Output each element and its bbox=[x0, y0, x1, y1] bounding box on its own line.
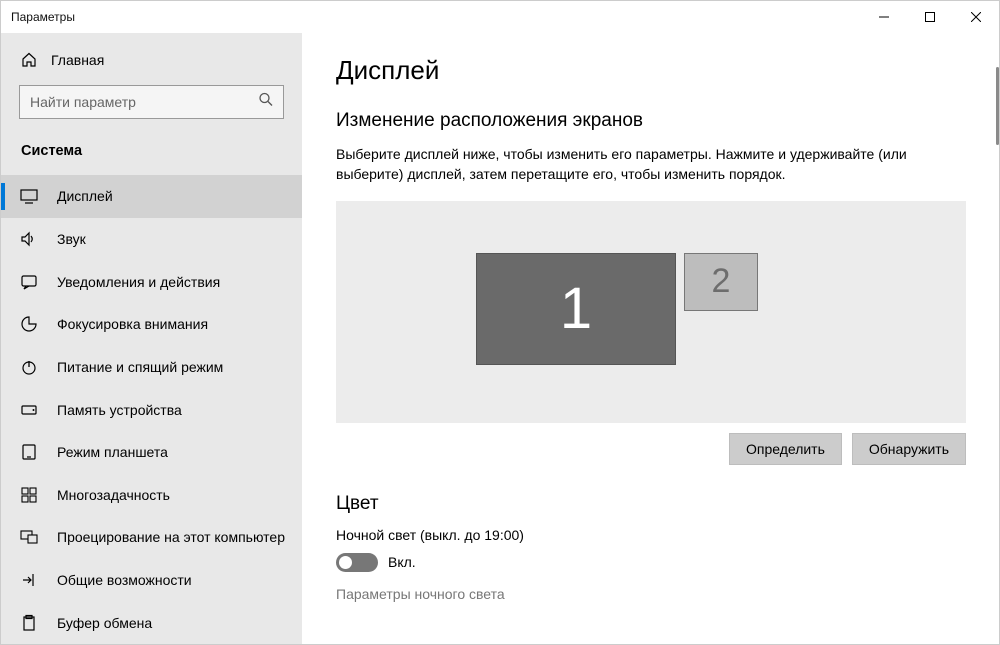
window-titlebar: Параметры bbox=[1, 1, 999, 33]
home-label: Главная bbox=[51, 52, 104, 68]
display-icon bbox=[19, 186, 39, 206]
search-box[interactable] bbox=[19, 85, 284, 119]
detect-button[interactable]: Обнаружить bbox=[852, 433, 966, 465]
sidebar-item-label: Многозадачность bbox=[57, 487, 170, 503]
sidebar-item-label: Звук bbox=[57, 231, 86, 247]
identify-button[interactable]: Определить bbox=[729, 433, 842, 465]
sidebar-item-display[interactable]: Дисплей bbox=[1, 175, 302, 218]
category-label: Система bbox=[1, 127, 302, 175]
minimize-button[interactable] bbox=[861, 1, 907, 33]
section-title-rearrange: Изменение расположения экранов bbox=[336, 110, 965, 132]
sidebar-item-label: Режим планшета bbox=[57, 444, 168, 460]
notifications-icon bbox=[19, 272, 39, 292]
sidebar-item-power[interactable]: Питание и спящий режим bbox=[1, 346, 302, 389]
sidebar-item-clipboard[interactable]: Буфер обмена bbox=[1, 601, 302, 644]
sidebar-item-label: Буфер обмена bbox=[57, 615, 152, 631]
content-scrollbar[interactable] bbox=[995, 33, 999, 644]
search-input[interactable] bbox=[19, 85, 284, 119]
scrollbar-thumb[interactable] bbox=[996, 67, 999, 145]
close-button[interactable] bbox=[953, 1, 999, 33]
sidebar-item-projecting[interactable]: Проецирование на этот компьютер bbox=[1, 516, 302, 559]
sidebar-item-notifications[interactable]: Уведомления и действия bbox=[1, 260, 302, 303]
nightlight-settings-link[interactable]: Параметры ночного света bbox=[336, 586, 965, 602]
projecting-icon bbox=[19, 527, 39, 547]
maximize-button[interactable] bbox=[907, 1, 953, 33]
nightlight-toggle[interactable] bbox=[336, 553, 378, 572]
section-title-color: Цвет bbox=[336, 493, 965, 515]
window-title: Параметры bbox=[11, 10, 861, 24]
monitor-1[interactable]: 1 bbox=[476, 253, 676, 365]
home-icon bbox=[21, 52, 37, 68]
page-title: Дисплей bbox=[336, 55, 965, 86]
sidebar-item-label: Проецирование на этот компьютер bbox=[57, 529, 285, 545]
monitor-2[interactable]: 2 bbox=[684, 253, 758, 311]
sidebar-item-label: Питание и спящий режим bbox=[57, 359, 223, 375]
toggle-state-label: Вкл. bbox=[388, 554, 416, 570]
sidebar-item-tablet[interactable]: Режим планшета bbox=[1, 431, 302, 474]
sidebar: Главная Система Дисплей bbox=[1, 33, 302, 644]
storage-icon bbox=[19, 400, 39, 420]
multitask-icon bbox=[19, 485, 39, 505]
sidebar-item-label: Память устройства bbox=[57, 402, 182, 418]
sidebar-item-focus[interactable]: Фокусировка внимания bbox=[1, 303, 302, 346]
sidebar-item-storage[interactable]: Память устройства bbox=[1, 388, 302, 431]
home-row[interactable]: Главная bbox=[1, 39, 302, 81]
sidebar-item-label: Дисплей bbox=[57, 188, 113, 204]
tablet-icon bbox=[19, 442, 39, 462]
sidebar-item-sound[interactable]: Звук bbox=[1, 218, 302, 261]
sidebar-item-shared[interactable]: Общие возможности bbox=[1, 559, 302, 602]
sidebar-item-label: Фокусировка внимания bbox=[57, 316, 208, 332]
section-description: Выберите дисплей ниже, чтобы изменить ег… bbox=[336, 144, 965, 185]
shared-icon bbox=[19, 570, 39, 590]
content-pane: Дисплей Изменение расположения экранов В… bbox=[302, 33, 999, 644]
sidebar-item-label: Уведомления и действия bbox=[57, 274, 220, 290]
sidebar-item-label: Общие возможности bbox=[57, 572, 192, 588]
sound-icon bbox=[19, 229, 39, 249]
clipboard-icon bbox=[19, 613, 39, 633]
focus-icon bbox=[19, 314, 39, 334]
display-arrangement-area[interactable]: 1 2 bbox=[336, 201, 966, 423]
sidebar-item-multitask[interactable]: Многозадачность bbox=[1, 473, 302, 516]
nightlight-label: Ночной свет (выкл. до 19:00) bbox=[336, 527, 965, 543]
search-icon bbox=[258, 92, 274, 113]
power-icon bbox=[19, 357, 39, 377]
